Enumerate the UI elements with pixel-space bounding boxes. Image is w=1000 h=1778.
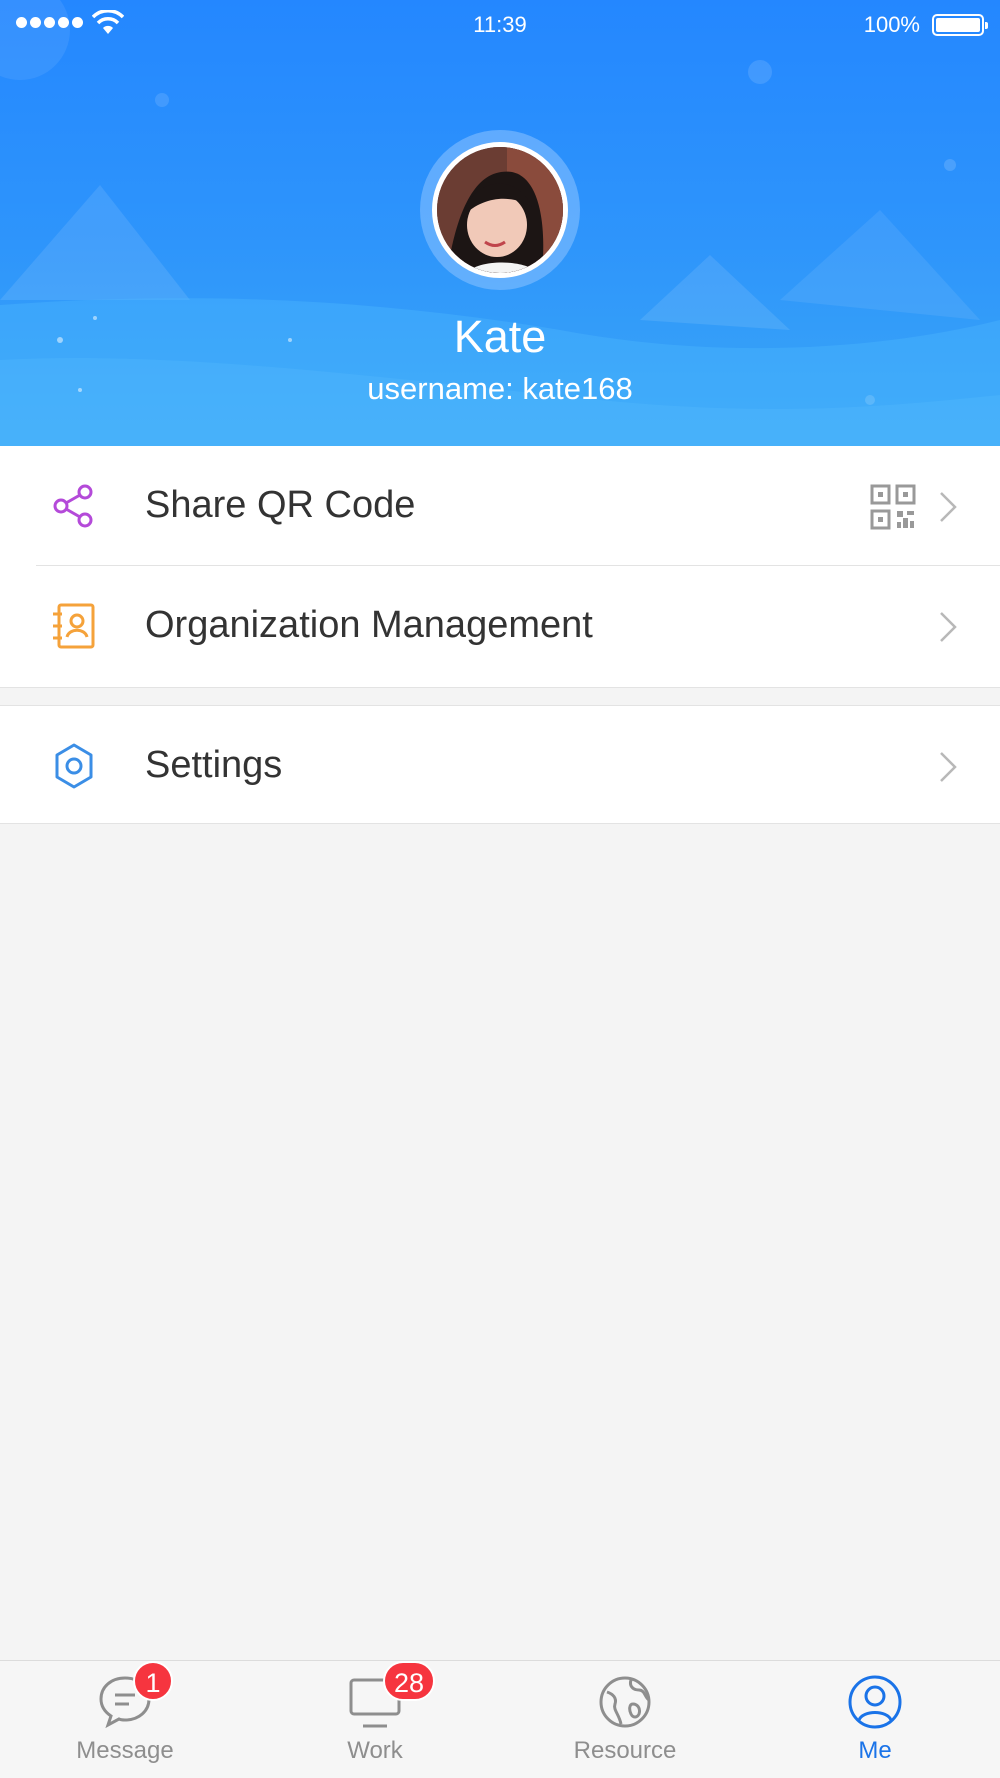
- gear-icon: [55, 743, 93, 789]
- user-icon: [848, 1675, 902, 1729]
- organization-management-label: Organization Management: [145, 604, 593, 646]
- status-bar: 11:39 100%: [0, 0, 1000, 48]
- tab-message-label: Message: [76, 1737, 174, 1764]
- menu-group-account: Share QR Code Organization Management: [0, 446, 1000, 688]
- chevron-right-icon: [940, 612, 957, 642]
- qr-code-icon: [870, 484, 916, 530]
- battery-percentage: 100%: [863, 12, 920, 37]
- tab-resource-label: Resource: [573, 1737, 677, 1764]
- settings-item[interactable]: Settings: [0, 706, 1000, 824]
- tab-me[interactable]: Me: [750, 1661, 1000, 1778]
- profile-name: Kate: [453, 311, 547, 362]
- avatar-photo: [432, 142, 568, 278]
- tab-message[interactable]: 1 Message: [0, 1661, 250, 1778]
- tab-bar: 1 Message 28 Work Resource Me: [0, 1660, 1000, 1778]
- tab-work-label: Work: [347, 1737, 403, 1764]
- settings-label: Settings: [145, 744, 283, 786]
- avatar[interactable]: [420, 130, 580, 290]
- menu-group-settings: Settings: [0, 705, 1000, 824]
- share-qr-code-label: Share QR Code: [145, 484, 416, 526]
- battery-icon: [932, 14, 988, 36]
- contact-book-icon: [53, 603, 95, 649]
- work-badge: 28: [383, 1661, 436, 1701]
- tab-work[interactable]: 28 Work: [250, 1661, 500, 1778]
- status-time: 11:39: [473, 12, 527, 37]
- share-qr-code-item[interactable]: Share QR Code: [0, 446, 1000, 566]
- profile-header: 11:39 100% Kate username: kate168: [0, 0, 1000, 446]
- tab-resource[interactable]: Resource: [500, 1661, 750, 1778]
- share-icon: [53, 484, 93, 528]
- chevron-right-icon: [940, 492, 957, 522]
- tab-me-label: Me: [858, 1737, 892, 1764]
- chevron-right-icon: [940, 752, 957, 782]
- message-badge: 1: [133, 1661, 173, 1701]
- organization-management-item[interactable]: Organization Management: [0, 566, 1000, 684]
- profile-username: username: kate168: [367, 371, 633, 406]
- globe-icon: [599, 1676, 651, 1728]
